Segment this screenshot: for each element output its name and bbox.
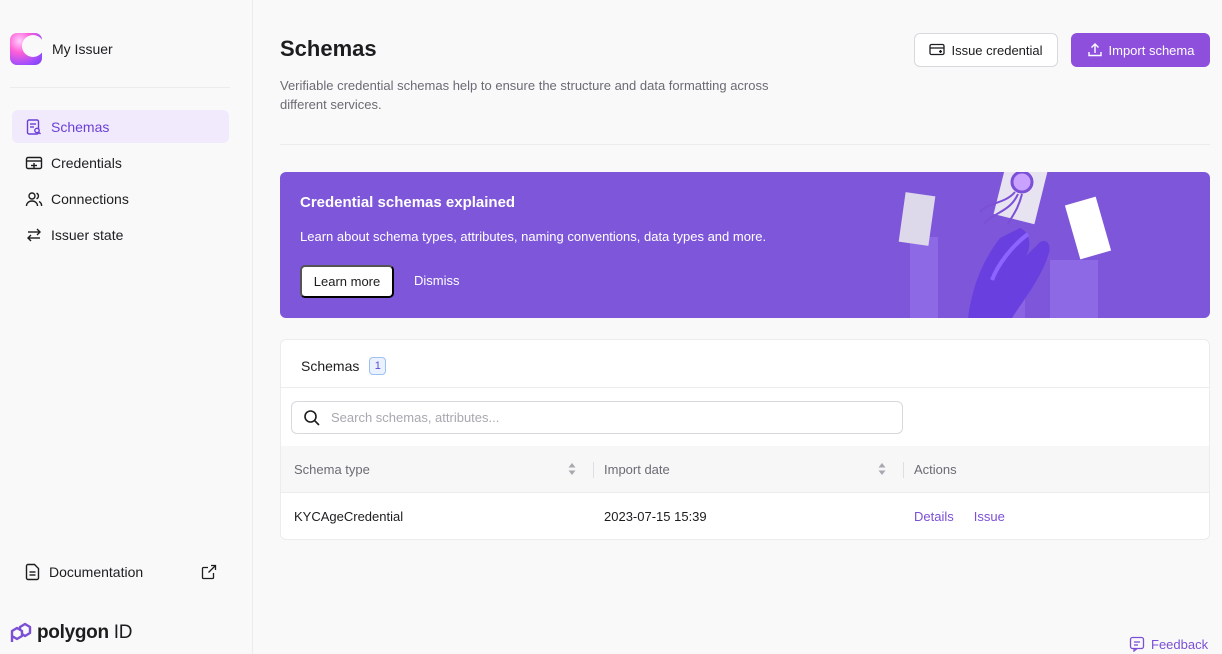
schema-type-cell: KYCAgeCredential — [294, 509, 404, 524]
column-header-actions: Actions — [914, 462, 957, 477]
search-input[interactable] — [331, 410, 902, 425]
table-row: KYCAgeCredential 2023-07-15 15:39 Detail… — [281, 493, 1209, 539]
polygon-id-logo: polygon ID — [9, 622, 132, 644]
sort-icon[interactable] — [567, 462, 577, 476]
issuer-brand[interactable]: My Issuer — [10, 33, 113, 65]
schemas-icon — [26, 118, 41, 135]
upload-icon — [1087, 43, 1102, 57]
sidebar-item-schemas[interactable]: Schemas — [12, 110, 229, 143]
connections-icon — [25, 191, 43, 206]
credentials-icon — [25, 156, 43, 169]
id-wordmark: ID — [113, 622, 133, 643]
schemas-count-badge: 1 — [369, 357, 387, 375]
feedback-button[interactable]: Feedback — [1129, 636, 1208, 652]
schemas-card: Schemas 1 Schema type Import date Action… — [280, 339, 1210, 540]
banner-text: Learn about schema types, attributes, na… — [300, 229, 767, 244]
sidebar-item-issuer-state[interactable]: Issuer state — [12, 218, 229, 251]
external-link-icon — [201, 564, 217, 580]
schemas-card-title: Schemas — [301, 358, 360, 374]
sidebar-item-connections[interactable]: Connections — [12, 182, 229, 215]
table-header: Schema type Import date Actions — [281, 446, 1209, 493]
polygon-logo-icon — [10, 622, 32, 642]
feedback-icon — [1129, 636, 1145, 652]
import-schema-button[interactable]: Import schema — [1071, 33, 1210, 67]
credential-card-icon — [929, 43, 946, 56]
column-divider — [593, 462, 594, 478]
banner-illustration — [898, 172, 1112, 318]
import-date-cell: 2023-07-15 15:39 — [604, 509, 707, 524]
documentation-label: Documentation — [49, 564, 144, 580]
column-header-schema-type[interactable]: Schema type — [294, 446, 370, 493]
sidebar-divider — [10, 87, 230, 88]
schemas-explained-banner: Credential schemas explained Learn about… — [280, 172, 1210, 318]
sidebar-item-label: Credentials — [51, 154, 122, 171]
page-subtitle: Verifiable credential schemas help to en… — [280, 78, 769, 112]
column-divider — [903, 462, 904, 478]
sidebar-item-label: Schemas — [51, 118, 110, 135]
schema-search[interactable] — [291, 401, 903, 434]
search-icon — [304, 409, 320, 426]
header-divider — [280, 144, 1210, 145]
issuer-name: My Issuer — [52, 41, 113, 57]
dismiss-button[interactable]: Dismiss — [414, 273, 460, 288]
issue-credential-button[interactable]: Issue credential — [914, 33, 1058, 67]
document-icon — [25, 563, 40, 581]
sidebar-item-label: Issuer state — [51, 226, 124, 243]
documentation-link[interactable]: Documentation — [25, 561, 217, 583]
banner-title: Credential schemas explained — [300, 194, 516, 211]
issue-credential-label: Issue credential — [951, 42, 1043, 58]
issuer-logo — [10, 33, 42, 65]
card-divider — [281, 387, 1209, 388]
learn-more-button[interactable]: Learn more — [300, 265, 394, 298]
sidebar-nav: Schemas Credentials Connections Issuer s… — [12, 110, 229, 254]
actions-cell: Details Issue — [914, 493, 1005, 539]
issue-link[interactable]: Issue — [974, 509, 1005, 524]
sidebar-item-credentials[interactable]: Credentials — [12, 146, 229, 179]
page-title: Schemas — [280, 36, 377, 61]
sidebar: My Issuer Schemas Credentials Connection… — [0, 0, 253, 654]
sidebar-item-label: Connections — [51, 190, 129, 207]
schemas-card-header: Schemas 1 — [301, 357, 387, 375]
column-header-import-date[interactable]: Import date — [604, 446, 670, 493]
issuer-state-icon — [27, 228, 41, 241]
details-link[interactable]: Details — [914, 509, 954, 524]
sort-icon[interactable] — [877, 462, 887, 476]
feedback-label: Feedback — [1151, 636, 1209, 652]
import-schema-label: Import schema — [1108, 42, 1195, 58]
polygon-wordmark: polygon — [37, 622, 109, 643]
main-content: Schemas Verifiable credential schemas he… — [254, 0, 1222, 654]
